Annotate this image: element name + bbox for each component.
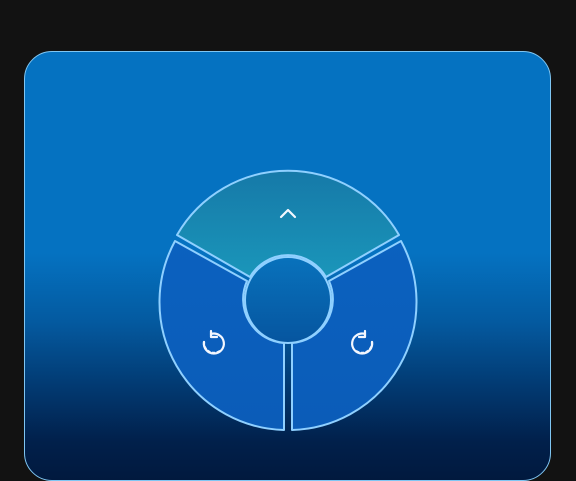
directional-control (158, 169, 418, 431)
center-button[interactable] (244, 256, 332, 344)
